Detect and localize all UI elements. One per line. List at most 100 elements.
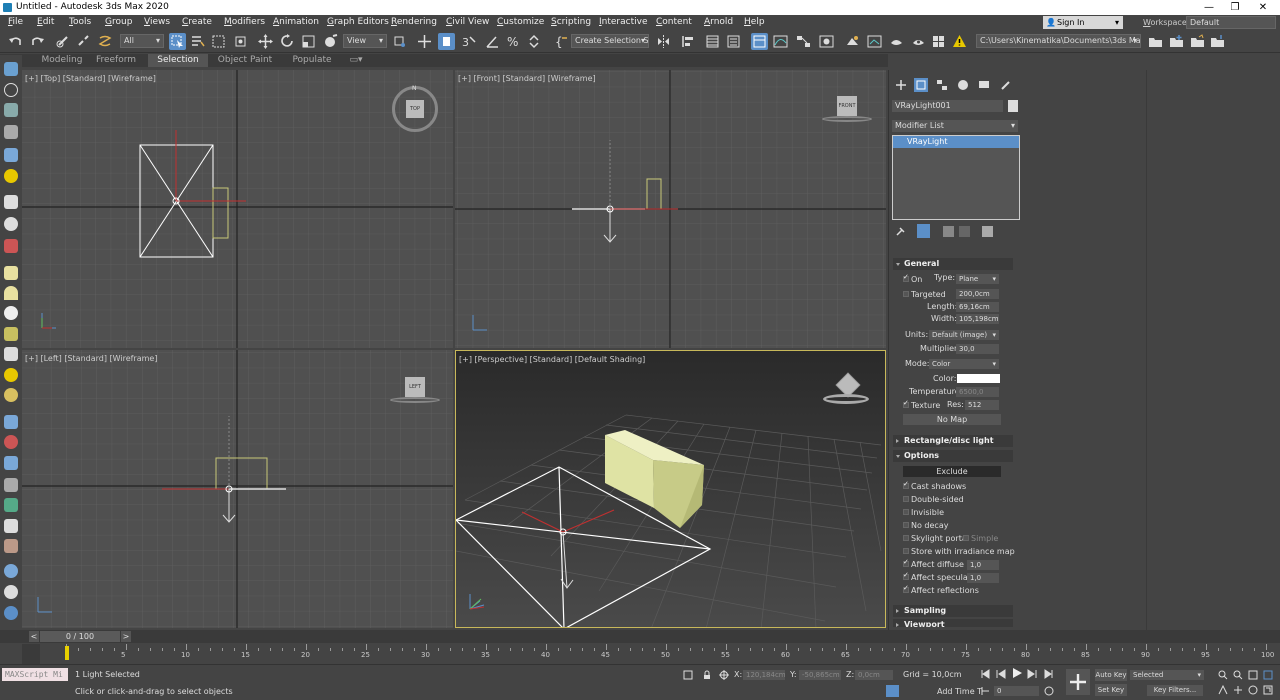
viewcube-left-face[interactable]: LEFT [405,377,425,397]
rollout-sampling[interactable]: Sampling [893,605,1013,617]
menu-customize[interactable]: Customize [497,15,544,30]
project-folder-manage-icon[interactable] [1209,33,1226,50]
lightmix-icon[interactable] [4,585,18,599]
redo-icon[interactable] [29,33,46,50]
reference-coord-dropdown[interactable]: View ▾ [343,34,387,48]
mesh-light-icon[interactable] [4,327,18,341]
placement-icon[interactable] [322,33,339,50]
menu-graph-editors[interactable]: Graph Editors [327,15,389,30]
color-swatch[interactable] [957,374,1000,383]
camera-icon[interactable] [4,195,18,209]
ambient-light-icon[interactable] [4,388,18,402]
key-filters-button[interactable]: Key Filters... [1147,685,1203,696]
grid-panel-icon[interactable] [4,148,18,162]
minimize-button[interactable]: — [1196,0,1222,15]
material-editor-icon[interactable] [818,33,835,50]
y-coordinate-field[interactable]: -50,865cm [799,670,841,680]
store-irradiance-checkbox[interactable] [903,548,909,554]
menu-rendering[interactable]: Rendering [391,15,437,30]
move-icon[interactable] [257,33,274,50]
track-bar[interactable]: 5 10 15 20 25 30 35 40 45 50 55 60 65 70 75 80 85 90 95 100 [22,644,1280,664]
previous-frame-icon[interactable] [996,669,1006,679]
length-spinner[interactable]: 69,16cm [956,302,999,312]
proxy-icon[interactable] [4,415,18,429]
isolate-selection-icon[interactable] [683,670,693,680]
configure-sets-icon[interactable] [982,226,993,237]
exclude-button[interactable]: Exclude [903,466,1001,477]
rollout-options[interactable]: Options [893,450,1013,462]
pivot-center-icon[interactable] [392,33,409,50]
hf-icon[interactable] [4,519,18,533]
absolute-mode-icon[interactable] [719,670,729,680]
material-sphere-icon[interactable] [4,564,18,578]
modifier-list-dropdown[interactable]: Modifier List ▾ [892,120,1018,132]
project-folder-add-icon[interactable] [1168,33,1185,50]
spinner-snap-icon[interactable] [526,33,543,50]
selection-filter-dropdown[interactable]: All ▾ [120,34,164,48]
display-tab-icon[interactable] [977,78,991,92]
menu-content[interactable]: Content [656,15,692,30]
affect-specular-spinner[interactable]: 1,0 [967,573,999,583]
spacewarp-icon[interactable] [4,239,18,253]
plane-icon[interactable] [4,456,18,470]
helper-icon[interactable] [4,217,18,231]
tab-freeform[interactable]: Freeform [92,54,140,67]
affect-diffuse-checkbox[interactable] [903,558,909,567]
utilities-tab-icon[interactable] [999,78,1013,92]
mirror-icon[interactable] [655,33,672,50]
units-dropdown[interactable]: Default (image) ▾ [929,330,999,340]
select-manipulate-icon[interactable] [416,33,433,50]
menu-views[interactable]: Views [144,15,170,30]
tab-object-paint[interactable]: Object Paint [214,54,276,67]
viewcube-front[interactable]: FRONT [822,96,872,122]
modify-tab-icon[interactable] [914,78,928,92]
viewport-persp-label[interactable]: [+] [Perspective] [Standard] [Default Sh… [459,355,645,364]
snaps-toggle-icon[interactable]: 3 [460,33,477,50]
affect-reflections-checkbox[interactable] [903,584,909,593]
play-icon[interactable] [1012,668,1022,678]
create-tab-icon[interactable] [894,78,908,92]
maximize-viewport-icon[interactable] [1263,685,1273,695]
maxscript-listener[interactable]: MAXScript Mi [2,668,68,681]
res-spinner[interactable]: 512 [965,400,999,410]
ribbon-options-icon[interactable]: ▭▾ [346,54,366,67]
named-selection-dropdown[interactable]: Create Selection Se ▾ [571,34,649,48]
set-key-button[interactable]: Set Key [1095,684,1127,696]
zoom-extents-icon[interactable] [1248,670,1258,680]
warning-icon[interactable] [951,33,968,50]
close-button[interactable]: ✕ [1250,0,1276,15]
prev-frame-arrow-icon[interactable]: < [29,631,39,642]
curve-editor-icon[interactable] [772,33,789,50]
menu-group[interactable]: Group [105,15,132,30]
selection-set-dropdown[interactable]: Selected ▾ [1130,670,1204,680]
project-path-dropdown[interactable]: C:\Users\Kinematika\Documents\3ds Max 20… [976,34,1141,48]
viewport-layout-icon[interactable] [4,103,18,117]
set-key-big-icon[interactable] [1066,669,1090,695]
menu-arnold[interactable]: Arnold [704,15,733,30]
vray-toolbar-icon[interactable] [930,33,947,50]
make-unique-icon[interactable] [943,226,954,237]
render-icon[interactable] [4,606,18,620]
viewcube-top[interactable]: TOP [406,100,424,118]
time-slider[interactable]: < 0 / 100 > [0,630,1280,643]
x-coordinate-field[interactable]: 120,184cm [743,670,786,680]
zoom-all-icon[interactable] [1233,670,1243,680]
motion-tab-icon[interactable] [956,78,970,92]
targeted-spinner[interactable]: 200,0cm [956,289,999,299]
time-config-icon[interactable] [1044,686,1054,696]
select-object-icon[interactable] [169,33,186,50]
remove-modifier-icon[interactable] [959,226,970,237]
render-production-icon[interactable] [888,33,905,50]
z-coordinate-field[interactable]: 0,0cm [855,670,893,680]
stack-item-vraylight[interactable]: VRayLight [893,136,1019,148]
affect-diffuse-spinner[interactable]: 1,0 [967,560,999,570]
schematic-view-icon[interactable] [795,33,812,50]
keyboard-shortcut-override-icon[interactable] [438,33,455,50]
key-mode-icon[interactable] [980,686,990,696]
current-frame-field[interactable]: 0 [994,686,1039,696]
viewport-front[interactable]: [+] [Front] [Standard] [Wireframe] FRONT [455,70,886,348]
next-frame-arrow-icon[interactable]: > [121,631,131,642]
temperature-spinner[interactable]: 6500,0 [956,387,999,397]
menu-create[interactable]: Create [182,15,212,30]
window-crossing-icon[interactable] [232,33,249,50]
